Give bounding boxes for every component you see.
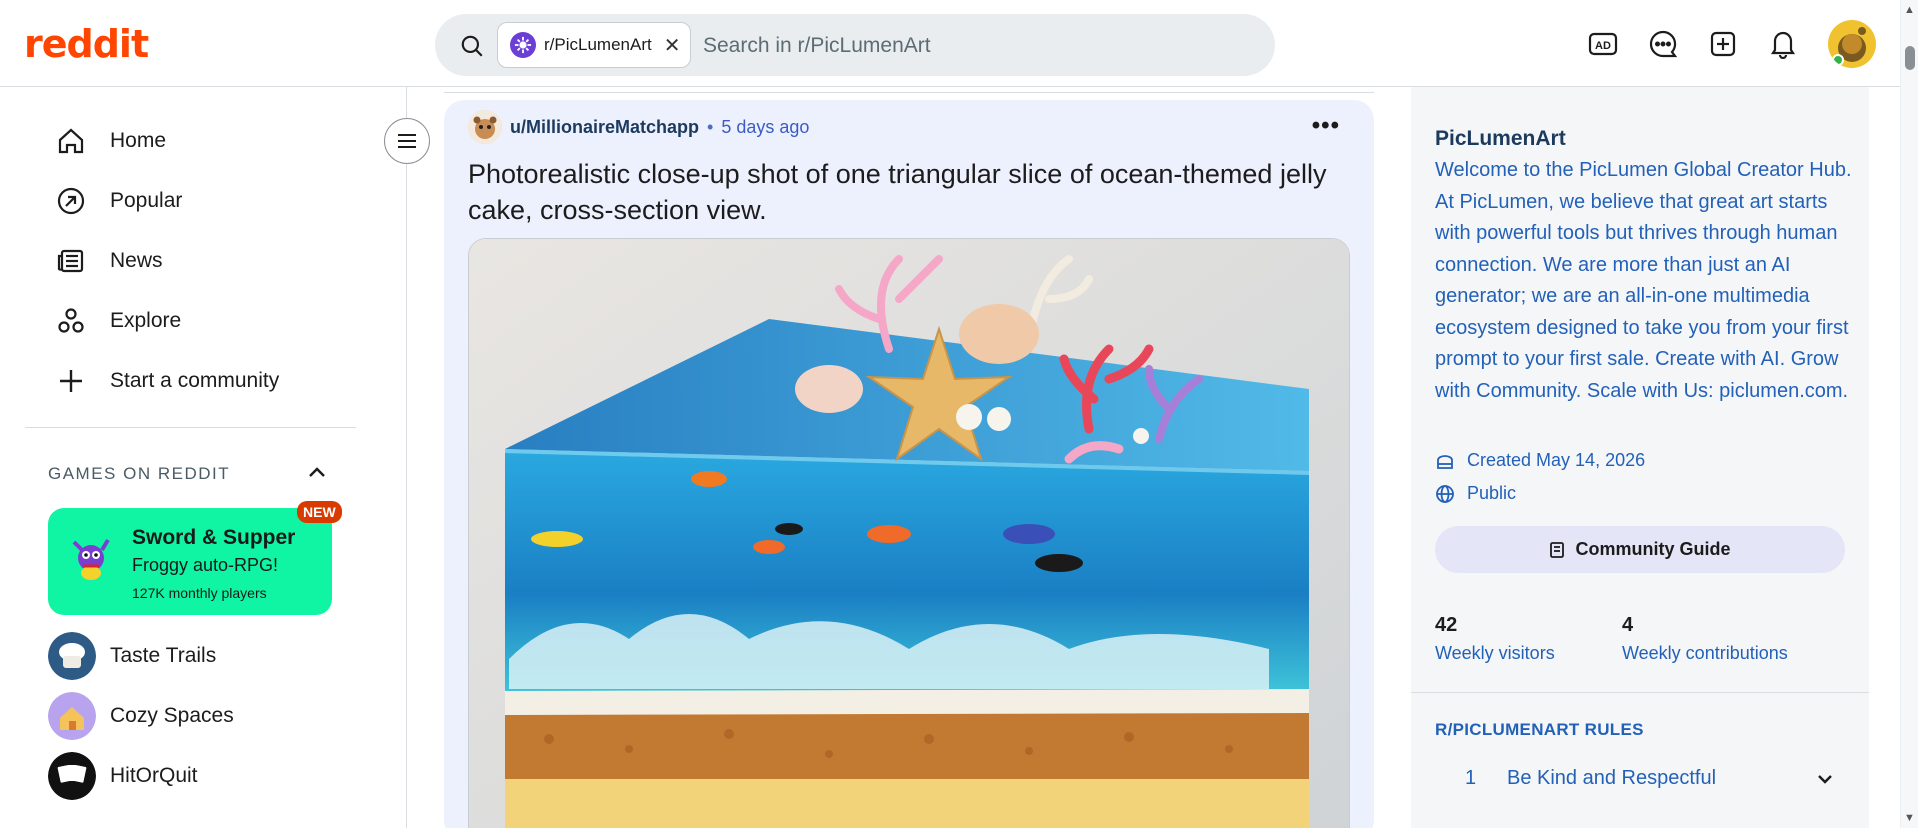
nav-item-popular[interactable]: Popular <box>56 181 182 221</box>
home-icon <box>58 128 84 154</box>
rules-section-title: R/PICLUMENART RULES <box>1435 720 1644 739</box>
stat-weekly-visitors: 42 Weekly visitors <box>1435 614 1555 664</box>
game-item-taste-trails[interactable]: Taste Trails <box>48 632 216 680</box>
post-card[interactable]: u/MillionaireMatchapp • 5 days ago ••• P… <box>444 100 1374 828</box>
nav-item-news[interactable]: News <box>56 241 163 281</box>
nav-item-label: News <box>110 249 163 272</box>
left-sidebar: Home Popular News Explore Start a commun… <box>0 87 407 828</box>
post-meta: u/MillionaireMatchapp • 5 days ago <box>468 110 809 144</box>
featured-game-players: 127K monthly players <box>132 585 267 601</box>
community-guide-label: Community Guide <box>1575 539 1731 559</box>
stat-value: 42 <box>1435 614 1458 636</box>
ad-icon[interactable]: AD <box>1588 29 1618 59</box>
clear-chip-icon[interactable]: ✕ <box>664 33 681 58</box>
game-item-label: Cozy Spaces <box>110 704 234 727</box>
hitorquit-avatar <box>48 752 96 800</box>
nav-item-label: Popular <box>110 189 183 212</box>
subreddit-search-chip[interactable]: r/PicLumenArt ✕ <box>497 22 692 68</box>
search-input[interactable]: Search in r/PicLumenArt <box>703 34 931 58</box>
search-bar[interactable]: r/PicLumenArt ✕ Search in r/PicLumenArt <box>435 14 1275 76</box>
post-author[interactable]: u/MillionaireMatchapp <box>510 117 699 138</box>
user-avatar[interactable] <box>1828 20 1876 68</box>
stat-weekly-contributions: 4 Weekly contributions <box>1622 614 1788 664</box>
nav-item-explore[interactable]: Explore <box>56 301 181 341</box>
jelly-cake-image <box>469 239 1349 828</box>
featured-game-card[interactable]: Sword & Supper Froggy auto-RPG! 127K mon… <box>48 508 332 615</box>
chevron-up-icon[interactable] <box>306 462 328 484</box>
scroll-down-arrow-icon[interactable]: ▼ <box>1904 812 1915 824</box>
visibility-label: Public <box>1467 483 1517 503</box>
new-badge: NEW <box>297 501 342 523</box>
notification-bell-icon[interactable] <box>1768 29 1798 59</box>
nav-divider <box>25 427 356 428</box>
created-date: Created May 14, 2026 <box>1435 450 1645 471</box>
game-item-hitorquit[interactable]: HitOrQuit <box>48 752 198 800</box>
nav-item-label: Explore <box>110 309 182 332</box>
created-date-label: Created May 14, 2026 <box>1467 450 1646 470</box>
globe-icon <box>1436 484 1454 503</box>
visibility: Public <box>1435 483 1516 504</box>
online-status-dot <box>1832 54 1844 66</box>
meta-separator: • <box>707 116 714 137</box>
chevron-down-icon[interactable] <box>1815 769 1835 789</box>
reddit-logo[interactable]: reddit <box>24 22 149 66</box>
popular-icon <box>57 187 85 215</box>
nav-item-label: Start a community <box>110 369 280 392</box>
community-sidebar: PicLumenArt Welcome to the PicLumen Glob… <box>1411 87 1869 828</box>
post-image[interactable] <box>468 238 1350 828</box>
community-description: Welcome to the PicLumen Global Creator H… <box>1435 159 1852 402</box>
scroll-up-arrow-icon[interactable]: ▲ <box>1904 4 1915 16</box>
stat-label: Weekly contributions <box>1622 643 1788 663</box>
author-avatar[interactable] <box>468 110 502 144</box>
plus-icon <box>60 370 82 392</box>
frog-knight-icon <box>72 538 110 580</box>
chat-icon[interactable] <box>1648 29 1678 59</box>
game-item-label: Taste Trails <box>110 644 217 667</box>
toggle-sidebar-button[interactable] <box>384 118 430 164</box>
post-age: 5 days ago <box>721 116 810 137</box>
rule-number: 1 <box>1465 767 1477 789</box>
subreddit-chip-label: r/PicLumenArt <box>544 35 652 54</box>
more-options-icon[interactable]: ••• <box>1312 112 1340 140</box>
page-scrollbar[interactable]: ▲ ▼ <box>1900 0 1918 828</box>
taste-trails-avatar <box>48 632 96 680</box>
stat-value: 4 <box>1622 614 1634 636</box>
games-section-title[interactable]: GAMES ON REDDIT <box>48 464 230 484</box>
game-item-label: HitOrQuit <box>110 764 198 787</box>
create-post-icon[interactable] <box>1708 29 1738 59</box>
sidebar-divider <box>1411 692 1869 693</box>
featured-game-title: Sword & Supper <box>132 526 296 549</box>
menu-icon <box>398 134 416 148</box>
search-icon <box>461 35 483 57</box>
svg-text:AD: AD <box>1595 40 1611 52</box>
scrollbar-thumb[interactable] <box>1905 46 1915 70</box>
subreddit-icon <box>510 32 536 58</box>
community-name[interactable]: PicLumenArt <box>1435 127 1566 151</box>
top-header: reddit r/PicLumenArt ✕ Search in r/PicLu… <box>0 0 1900 87</box>
news-icon <box>57 249 84 273</box>
nav-item-home[interactable]: Home <box>56 121 166 161</box>
nav-item-label: Home <box>110 129 167 152</box>
nav-item-start-community[interactable]: Start a community <box>56 361 279 401</box>
cake-icon <box>1437 454 1453 469</box>
cozy-spaces-avatar <box>48 692 96 740</box>
game-item-cozy-spaces[interactable]: Cozy Spaces <box>48 692 234 740</box>
rule-label: Be Kind and Respectful <box>1507 767 1717 789</box>
explore-icon <box>58 308 84 333</box>
post-title[interactable]: Photorealistic close-up shot of one tria… <box>468 156 1328 228</box>
featured-game-subtitle: Froggy auto-RPG! <box>132 555 279 575</box>
community-guide-button[interactable]: Community Guide <box>1435 526 1845 573</box>
feed-divider <box>444 92 1374 93</box>
guide-book-icon <box>1550 541 1565 558</box>
rule-item[interactable]: 1 Be Kind and Respectful <box>1465 767 1835 790</box>
stat-label: Weekly visitors <box>1435 643 1555 663</box>
